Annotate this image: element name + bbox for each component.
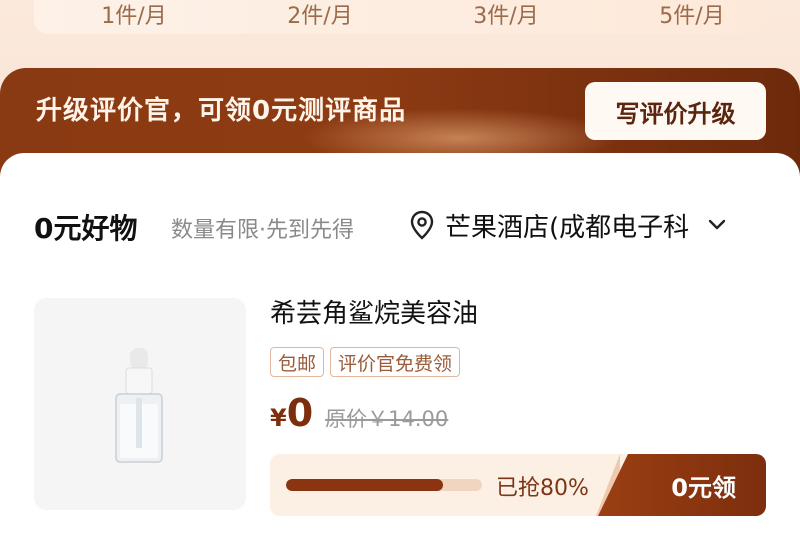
claim-progress-track (286, 479, 482, 491)
tag-reviewer-free: 评价官免费领 (330, 347, 461, 377)
section-title: 0元好物 (34, 212, 138, 245)
claim-progress-text: 已抢80% (496, 476, 589, 501)
product-image[interactable] (34, 298, 246, 510)
serum-bottle-image (115, 348, 163, 463)
product-name[interactable]: 希芸角鲨烷美容油 (270, 293, 478, 330)
write-review-upgrade-button[interactable]: 写评价升级 (585, 82, 766, 140)
original-price: 原价￥14.00 (325, 407, 449, 431)
section-header: 0元好物 数量有限·先到先得 芒果酒店(成都电子科 (34, 207, 774, 245)
product-tags: 包邮 评价官免费领 (270, 347, 461, 377)
location-label: 芒果酒店(成都电子科 (445, 212, 690, 243)
map-pin-icon (410, 210, 434, 240)
banner-text: 升级评价官，可领0元测评商品 (36, 96, 407, 126)
price-currency: ¥ (270, 404, 287, 432)
chevron-down-icon[interactable] (707, 218, 727, 232)
price-row: ¥ 0 原价￥14.00 (270, 391, 448, 435)
price-value: 0 (286, 391, 314, 435)
claim-free-button[interactable]: 0元领 (598, 454, 766, 516)
tier-stat-2: 2件/月 (287, 4, 353, 29)
tag-free-shipping: 包邮 (270, 347, 325, 377)
tier-stat-1: 1件/月 (101, 4, 167, 29)
tier-stat-4: 5件/月 (659, 4, 725, 29)
section-subtitle: 数量有限·先到先得 (171, 218, 354, 243)
free-goods-panel: 0元好物 数量有限·先到先得 芒果酒店(成都电子科 希芸角鲨烷美容油 包邮 评价… (0, 153, 800, 551)
claim-progress-fill (286, 479, 443, 491)
tier-stat-3: 3件/月 (473, 4, 539, 29)
claim-bar: 已抢80% 0元领 (270, 454, 766, 516)
tier-stats-card: 1件/月 2件/月 3件/月 5件/月 (34, 0, 766, 34)
location-selector[interactable]: 芒果酒店(成都电子科 (409, 207, 727, 243)
